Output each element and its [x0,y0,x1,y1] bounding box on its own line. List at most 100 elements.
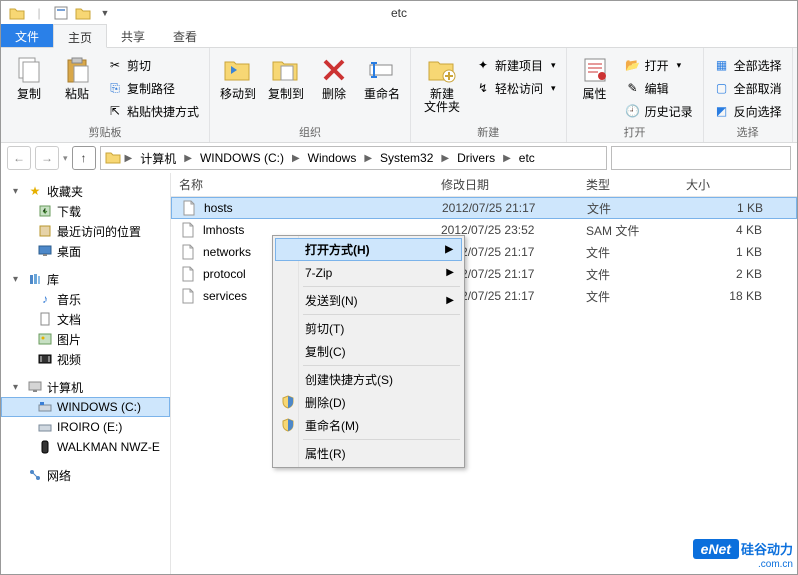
open-button[interactable]: 📂打开▾ [621,54,697,76]
delete-button[interactable]: 删除 [312,52,356,103]
tree-downloads[interactable]: 下载 [1,201,170,221]
file-type: 文件 [578,266,678,283]
tree-walkman[interactable]: WALKMAN NWZ-E [1,437,170,457]
col-name[interactable]: 名称 [171,176,433,193]
ctx-rename[interactable]: 重命名(M) [275,414,462,437]
move-to-button[interactable]: 移动到 [216,52,260,103]
col-size[interactable]: 大小 [678,176,778,193]
tree-music[interactable]: ♪音乐 [1,289,170,309]
col-type[interactable]: 类型 [578,176,678,193]
file-type: 文件 [579,200,679,217]
ctx-create-shortcut[interactable]: 创建快捷方式(S) [275,368,462,391]
chevron-right-icon[interactable]: ▶ [362,153,374,164]
shield-icon [281,418,297,434]
file-icon [181,244,197,260]
file-row[interactable]: protocol2012/07/25 21:17文件2 KB [171,263,797,285]
folder-icon [105,150,121,167]
chevron-right-icon: ▶ [445,244,453,255]
file-size: 18 KB [678,289,778,303]
tree-drive-c[interactable]: WINDOWS (C:) [1,397,170,417]
file-size: 1 KB [679,201,779,215]
file-row[interactable]: lmhosts2012/07/25 23:52SAM 文件4 KB [171,219,797,241]
tree-recent[interactable]: 最近访问的位置 [1,221,170,241]
crumb-windows[interactable]: Windows [304,151,361,165]
select-none-button[interactable]: ▢全部取消 [710,77,786,99]
edit-button[interactable]: ✎编辑 [621,77,697,99]
file-icon [181,288,197,304]
chevron-right-icon[interactable]: ▶ [290,153,302,164]
nav-back-button[interactable]: ← [7,146,31,170]
crumb-computer[interactable]: 计算机 [136,150,180,167]
tree-libraries[interactable]: ▾库 [1,269,170,289]
nav-up-button[interactable]: ↑ [72,146,96,170]
drive-icon [37,399,53,415]
copy-button[interactable]: 复制 [7,52,51,103]
file-row[interactable]: hosts2012/07/25 21:17文件1 KB [171,197,797,219]
recent-dropdown-icon[interactable]: ▾ [63,153,68,164]
chevron-right-icon[interactable]: ▶ [501,153,513,164]
ribbon-group-select: ▦全部选择 ▢全部取消 ◩反向选择 选择 [704,48,793,142]
cut-button[interactable]: ✂剪切 [103,54,203,76]
copy-path-button[interactable]: ⎘复制路径 [103,77,203,99]
rename-button[interactable]: 重命名 [360,52,404,103]
crumb-etc[interactable]: etc [515,151,539,165]
copy-to-button[interactable]: 复制到 [264,52,308,103]
tree-pictures[interactable]: 图片 [1,329,170,349]
file-row[interactable]: services2012/07/25 21:17文件18 KB [171,285,797,307]
ctx-properties[interactable]: 属性(R) [275,442,462,465]
tab-share[interactable]: 共享 [107,24,159,47]
history-button[interactable]: 🕘历史记录 [621,100,697,122]
address-bar-row: ← → ▾ ↑ ▶ 计算机 ▶ WINDOWS (C:) ▶ Windows ▶… [1,143,797,173]
file-size: 4 KB [678,223,778,237]
tree-videos[interactable]: 视频 [1,349,170,369]
paste-button[interactable]: 粘贴 [55,52,99,103]
tree-documents[interactable]: 文档 [1,309,170,329]
file-date: 2012/07/25 21:17 [434,201,579,215]
paste-shortcut-button[interactable]: ⇱粘贴快捷方式 [103,100,203,122]
tree-network[interactable]: 网络 [1,465,170,485]
edit-icon: ✎ [625,80,641,96]
new-folder-icon[interactable] [73,4,93,22]
ctx-send-to[interactable]: 发送到(N)▶ [275,289,462,312]
col-date[interactable]: 修改日期 [433,176,578,193]
crumb-drive[interactable]: WINDOWS (C:) [196,151,288,165]
crumb-system32[interactable]: System32 [376,151,437,165]
chevron-right-icon[interactable]: ▶ [123,153,135,164]
invert-selection-button[interactable]: ◩反向选择 [710,100,786,122]
tab-view[interactable]: 查看 [159,24,211,47]
qat-dropdown-icon[interactable]: ▼ [95,4,115,22]
qat-divider-icon: | [29,4,49,22]
chevron-right-icon: ▶ [446,295,454,306]
properties-button[interactable]: 属性 [573,52,617,103]
context-menu: 打开方式(H)▶ 7-Zip▶ 发送到(N)▶ 剪切(T) 复制(C) 创建快捷… [272,235,465,468]
search-input[interactable] [611,146,791,170]
ctx-open-with[interactable]: 打开方式(H)▶ [275,238,462,261]
select-all-button[interactable]: ▦全部选择 [710,54,786,76]
new-folder-button[interactable]: 新建 文件夹 [417,52,467,116]
tree-computer[interactable]: ▾计算机 [1,377,170,397]
file-name: protocol [203,267,246,281]
ctx-copy[interactable]: 复制(C) [275,340,462,363]
breadcrumb[interactable]: ▶ 计算机 ▶ WINDOWS (C:) ▶ Windows ▶ System3… [100,146,607,170]
chevron-right-icon[interactable]: ▶ [439,153,451,164]
link-icon: ⎘ [107,80,123,96]
easy-access-button[interactable]: ↯轻松访问▾ [471,77,560,99]
ctx-7zip[interactable]: 7-Zip▶ [275,261,462,284]
crumb-drivers[interactable]: Drivers [453,151,499,165]
tree-drive-e[interactable]: IROIRO (E:) [1,417,170,437]
tree-desktop[interactable]: 桌面 [1,241,170,261]
ctx-cut[interactable]: 剪切(T) [275,317,462,340]
properties-icon[interactable] [51,4,71,22]
shortcut-icon: ⇱ [107,103,123,119]
tab-file[interactable]: 文件 [1,24,53,47]
file-row[interactable]: networks2012/07/25 21:17文件1 KB [171,241,797,263]
music-icon: ♪ [37,291,53,307]
tree-favorites[interactable]: ▾★收藏夹 [1,181,170,201]
picture-icon [37,331,53,347]
watermark: eNet硅谷动力 .com.cn [693,539,793,570]
new-folder-icon [426,54,458,86]
ctx-delete[interactable]: 删除(D) [275,391,462,414]
chevron-right-icon[interactable]: ▶ [182,153,194,164]
new-item-button[interactable]: ✦新建项目▾ [471,54,560,76]
tab-home[interactable]: 主页 [53,24,107,48]
